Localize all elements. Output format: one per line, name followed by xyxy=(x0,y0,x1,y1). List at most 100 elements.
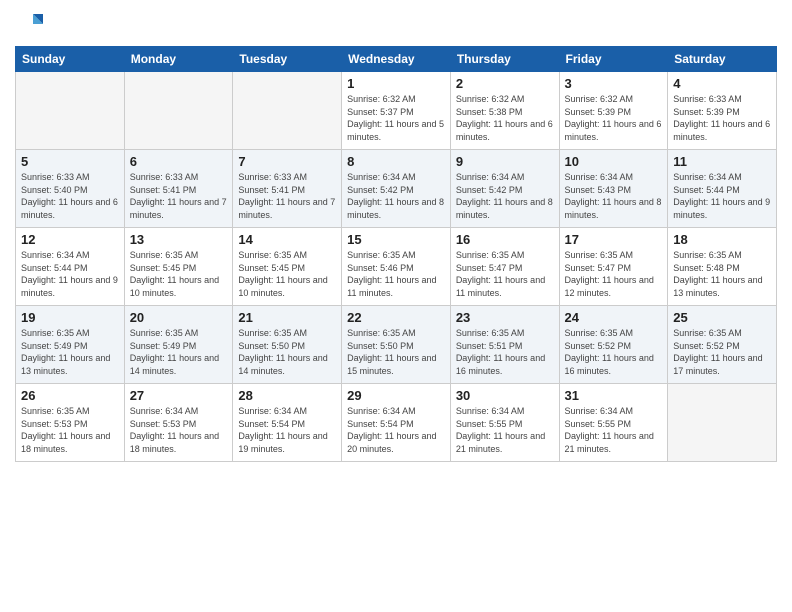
day-number: 13 xyxy=(130,232,228,247)
day-info: Sunrise: 6:35 AMSunset: 5:45 PMDaylight:… xyxy=(238,249,336,299)
calendar-cell: 29Sunrise: 6:34 AMSunset: 5:54 PMDayligh… xyxy=(342,384,451,462)
day-number: 30 xyxy=(456,388,554,403)
day-number: 18 xyxy=(673,232,771,247)
calendar-cell: 24 Sunrise: 6:35 AMSunset: 5:52 PMDayligh… xyxy=(559,306,668,384)
week-row-2: 5 Sunrise: 6:33 AMSunset: 5:40 PMDaylight… xyxy=(16,150,777,228)
calendar-cell: 22 Sunrise: 6:35 AMSunset: 5:50 PMDayligh… xyxy=(342,306,451,384)
day-number: 28 xyxy=(238,388,336,403)
week-row-3: 12Sunrise: 6:34 AMSunset: 5:44 PMDayligh… xyxy=(16,228,777,306)
day-info: Sunrise: 6:35 AMSunset: 5:48 PMDaylight:… xyxy=(673,249,771,299)
day-info: Sunrise: 6:35 AMSunset: 5:47 PMDaylight:… xyxy=(565,249,663,299)
header xyxy=(15,10,777,38)
day-number: 17 xyxy=(565,232,663,247)
day-number: 27 xyxy=(130,388,228,403)
day-info: Sunrise: 6:35 AMSunset: 5:49 PMDaylight:… xyxy=(130,327,228,377)
weekday-monday: Monday xyxy=(124,47,233,72)
calendar-cell xyxy=(668,384,777,462)
day-info: Sunrise: 6:35 AMSunset: 5:53 PMDaylight:… xyxy=(21,405,119,455)
day-number: 26 xyxy=(21,388,119,403)
weekday-sunday: Sunday xyxy=(16,47,125,72)
calendar-cell: 25 Sunrise: 6:35 AMSunset: 5:52 PMDayligh… xyxy=(668,306,777,384)
day-info: Sunrise: 6:35 AMSunset: 5:51 PMDaylight:… xyxy=(456,327,554,377)
calendar-cell: 10 Sunrise: 6:34 AMSunset: 5:43 PMDayligh… xyxy=(559,150,668,228)
day-number: 7 xyxy=(238,154,336,169)
day-number: 12 xyxy=(21,232,119,247)
day-info: Sunrise: 6:34 AMSunset: 5:55 PMDaylight:… xyxy=(565,405,663,455)
day-number: 2 xyxy=(456,76,554,91)
weekday-header-row: SundayMondayTuesdayWednesdayThursdayFrid… xyxy=(16,47,777,72)
calendar-cell: 23 Sunrise: 6:35 AMSunset: 5:51 PMDayligh… xyxy=(450,306,559,384)
calendar-cell: 12Sunrise: 6:34 AMSunset: 5:44 PMDayligh… xyxy=(16,228,125,306)
calendar-cell: 27Sunrise: 6:34 AMSunset: 5:53 PMDayligh… xyxy=(124,384,233,462)
day-number: 25 xyxy=(673,310,771,325)
calendar-cell: 4 Sunrise: 6:33 AMSunset: 5:39 PMDaylight… xyxy=(668,72,777,150)
day-info: Sunrise: 6:35 AMSunset: 5:50 PMDaylight:… xyxy=(238,327,336,377)
day-info: Sunrise: 6:33 AMSunset: 5:39 PMDaylight:… xyxy=(673,93,771,143)
weekday-thursday: Thursday xyxy=(450,47,559,72)
day-info: Sunrise: 6:35 AMSunset: 5:50 PMDaylight:… xyxy=(347,327,445,377)
day-number: 8 xyxy=(347,154,445,169)
calendar-cell xyxy=(16,72,125,150)
calendar: SundayMondayTuesdayWednesdayThursdayFrid… xyxy=(15,46,777,462)
day-number: 5 xyxy=(21,154,119,169)
day-info: Sunrise: 6:35 AMSunset: 5:45 PMDaylight:… xyxy=(130,249,228,299)
calendar-cell: 9 Sunrise: 6:34 AMSunset: 5:42 PMDaylight… xyxy=(450,150,559,228)
calendar-cell: 30 Sunrise: 6:34 AMSunset: 5:55 PMDayligh… xyxy=(450,384,559,462)
weekday-friday: Friday xyxy=(559,47,668,72)
day-number: 4 xyxy=(673,76,771,91)
day-info: Sunrise: 6:32 AMSunset: 5:39 PMDaylight:… xyxy=(565,93,663,143)
calendar-cell: 31 Sunrise: 6:34 AMSunset: 5:55 PMDayligh… xyxy=(559,384,668,462)
day-number: 3 xyxy=(565,76,663,91)
day-info: Sunrise: 6:35 AMSunset: 5:52 PMDaylight:… xyxy=(565,327,663,377)
day-number: 21 xyxy=(238,310,336,325)
day-number: 24 xyxy=(565,310,663,325)
day-number: 14 xyxy=(238,232,336,247)
day-info: Sunrise: 6:35 AMSunset: 5:47 PMDaylight:… xyxy=(456,249,554,299)
day-number: 23 xyxy=(456,310,554,325)
calendar-cell: 3 Sunrise: 6:32 AMSunset: 5:39 PMDaylight… xyxy=(559,72,668,150)
calendar-cell: 11Sunrise: 6:34 AMSunset: 5:44 PMDayligh… xyxy=(668,150,777,228)
day-number: 1 xyxy=(347,76,445,91)
day-number: 9 xyxy=(456,154,554,169)
weekday-tuesday: Tuesday xyxy=(233,47,342,72)
calendar-cell: 20 Sunrise: 6:35 AMSunset: 5:49 PMDayligh… xyxy=(124,306,233,384)
calendar-cell: 15Sunrise: 6:35 AMSunset: 5:46 PMDayligh… xyxy=(342,228,451,306)
calendar-cell: 13 Sunrise: 6:35 AMSunset: 5:45 PMDayligh… xyxy=(124,228,233,306)
logo-icon xyxy=(15,10,43,38)
day-info: Sunrise: 6:34 AMSunset: 5:43 PMDaylight:… xyxy=(565,171,663,221)
calendar-cell: 14 Sunrise: 6:35 AMSunset: 5:45 PMDayligh… xyxy=(233,228,342,306)
week-row-1: 1Sunrise: 6:32 AMSunset: 5:37 PMDaylight… xyxy=(16,72,777,150)
calendar-cell xyxy=(233,72,342,150)
day-info: Sunrise: 6:35 AMSunset: 5:49 PMDaylight:… xyxy=(21,327,119,377)
day-info: Sunrise: 6:35 AMSunset: 5:46 PMDaylight:… xyxy=(347,249,445,299)
day-info: Sunrise: 6:35 AMSunset: 5:52 PMDaylight:… xyxy=(673,327,771,377)
week-row-5: 26 Sunrise: 6:35 AMSunset: 5:53 PMDayligh… xyxy=(16,384,777,462)
calendar-cell: 26 Sunrise: 6:35 AMSunset: 5:53 PMDayligh… xyxy=(16,384,125,462)
day-info: Sunrise: 6:33 AMSunset: 5:40 PMDaylight:… xyxy=(21,171,119,221)
day-number: 22 xyxy=(347,310,445,325)
calendar-cell xyxy=(124,72,233,150)
calendar-cell: 17 Sunrise: 6:35 AMSunset: 5:47 PMDayligh… xyxy=(559,228,668,306)
day-number: 31 xyxy=(565,388,663,403)
calendar-cell: 19Sunrise: 6:35 AMSunset: 5:49 PMDayligh… xyxy=(16,306,125,384)
calendar-cell: 21 Sunrise: 6:35 AMSunset: 5:50 PMDayligh… xyxy=(233,306,342,384)
logo xyxy=(15,10,47,38)
calendar-cell: 1Sunrise: 6:32 AMSunset: 5:37 PMDaylight… xyxy=(342,72,451,150)
calendar-cell: 7 Sunrise: 6:33 AMSunset: 5:41 PMDaylight… xyxy=(233,150,342,228)
day-info: Sunrise: 6:34 AMSunset: 5:54 PMDaylight:… xyxy=(238,405,336,455)
day-number: 16 xyxy=(456,232,554,247)
day-info: Sunrise: 6:33 AMSunset: 5:41 PMDaylight:… xyxy=(238,171,336,221)
calendar-cell: 18 Sunrise: 6:35 AMSunset: 5:48 PMDayligh… xyxy=(668,228,777,306)
calendar-cell: 2Sunrise: 6:32 AMSunset: 5:38 PMDaylight… xyxy=(450,72,559,150)
day-info: Sunrise: 6:34 AMSunset: 5:54 PMDaylight:… xyxy=(347,405,445,455)
page: SundayMondayTuesdayWednesdayThursdayFrid… xyxy=(0,0,792,612)
day-info: Sunrise: 6:34 AMSunset: 5:44 PMDaylight:… xyxy=(673,171,771,221)
day-number: 6 xyxy=(130,154,228,169)
calendar-cell: 16 Sunrise: 6:35 AMSunset: 5:47 PMDayligh… xyxy=(450,228,559,306)
day-info: Sunrise: 6:34 AMSunset: 5:42 PMDaylight:… xyxy=(456,171,554,221)
day-number: 10 xyxy=(565,154,663,169)
calendar-cell: 28 Sunrise: 6:34 AMSunset: 5:54 PMDayligh… xyxy=(233,384,342,462)
calendar-cell: 8Sunrise: 6:34 AMSunset: 5:42 PMDaylight… xyxy=(342,150,451,228)
day-number: 20 xyxy=(130,310,228,325)
day-info: Sunrise: 6:34 AMSunset: 5:55 PMDaylight:… xyxy=(456,405,554,455)
